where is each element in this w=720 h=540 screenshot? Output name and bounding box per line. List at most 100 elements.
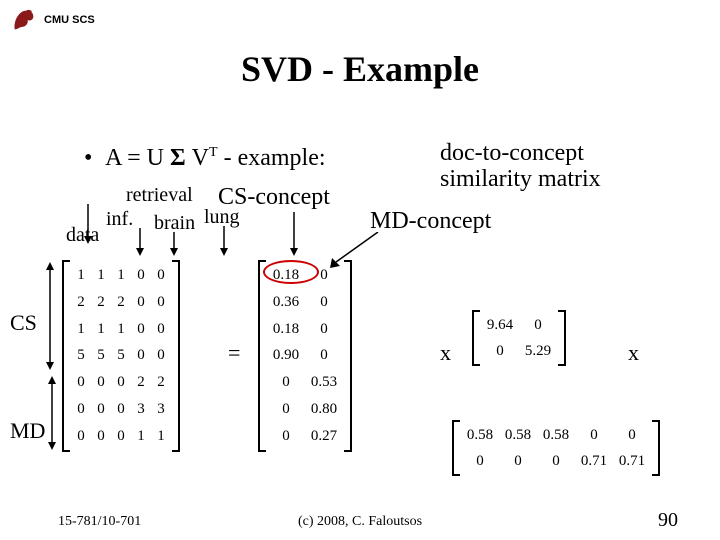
matrix-cell: 0.18 xyxy=(270,321,302,338)
matrix-row: 00.53 xyxy=(270,374,340,391)
matrix-cell: 0.36 xyxy=(270,294,302,311)
matrix-cell: 0 xyxy=(94,428,108,445)
matrix-cell: 0 xyxy=(134,347,148,364)
slide-header: CMU SCS xyxy=(10,6,95,34)
matrix-cell: 0.90 xyxy=(270,347,302,364)
matrix-cell: 0.80 xyxy=(308,401,340,418)
matrix-row: 00033 xyxy=(74,401,168,418)
matrix-cell: 0.53 xyxy=(308,374,340,391)
matrix-cell: 0.58 xyxy=(502,427,534,444)
matrix-cell: 0 xyxy=(154,294,168,311)
matrix-row: 0.36 0 xyxy=(270,294,340,311)
matrix-cell: 0 xyxy=(484,343,516,360)
matrix-cell: 0 xyxy=(94,401,108,418)
matrix-cell: 0 xyxy=(94,374,108,391)
matrix-cell: 1 xyxy=(134,428,148,445)
equation-bullet: • A = U Σ VT - example: xyxy=(84,145,326,172)
matrix-cell: 1 xyxy=(94,321,108,338)
matrix-cell: 2 xyxy=(74,294,88,311)
matrix-cell: 0 xyxy=(154,347,168,364)
arrow-down-icon xyxy=(218,226,230,256)
matrix-cell: 0.71 xyxy=(578,453,610,470)
times-symbol: x xyxy=(628,340,639,366)
double-arrow-icon xyxy=(44,262,56,370)
matrix-cell: 5 xyxy=(94,347,108,364)
matrix-row: 22200 xyxy=(74,294,168,311)
highlight-circle-icon xyxy=(263,260,319,284)
matrix-cell: 0.27 xyxy=(308,428,340,445)
arrow-down-icon xyxy=(134,228,146,256)
col-label-retrieval: retrieval xyxy=(126,184,193,207)
matrix-cell: 0 xyxy=(134,321,148,338)
matrix-cell: 1 xyxy=(94,267,108,284)
equals-symbol: = xyxy=(228,340,240,366)
matrix-row: 00022 xyxy=(74,374,168,391)
matrix-U: 0.1800.3600.1800.90000.5300.8000.27 xyxy=(258,260,352,452)
double-arrow-icon xyxy=(46,376,58,450)
arrow-down-icon xyxy=(288,212,300,256)
matrix-row: 0.18 0 xyxy=(270,321,340,338)
matrix-row: 11100 xyxy=(74,321,168,338)
matrix-cell: 2 xyxy=(114,294,128,311)
matrix-row: 00011 xyxy=(74,428,168,445)
matrix-row: 05.29 xyxy=(484,343,554,360)
slide-title: SVD - Example xyxy=(0,48,720,90)
matrix-row: 00.80 xyxy=(270,401,340,418)
matrix-cell: 1 xyxy=(74,321,88,338)
matrix-cell: 2 xyxy=(154,374,168,391)
matrix-cell: 0 xyxy=(134,294,148,311)
matrix-cell: 0 xyxy=(522,317,554,334)
matrix-cell: 1 xyxy=(154,428,168,445)
matrix-cell: 2 xyxy=(134,374,148,391)
matrix-row: 0.580.580.5800 xyxy=(464,427,648,444)
eq-sigma: Σ xyxy=(170,145,186,171)
eq-sup: T xyxy=(209,145,218,160)
matrix-V: 0.580.580.58000000.710.71 xyxy=(452,420,660,476)
matrix-cell: 0 xyxy=(114,374,128,391)
matrix-cell: 0 xyxy=(154,321,168,338)
annotation-similarity-matrix: similarity matrix xyxy=(440,166,601,193)
eq-tail: - example: xyxy=(218,145,326,171)
eq-post: V xyxy=(186,145,209,171)
row-group-cs: CS xyxy=(10,310,37,336)
annotation-doc-to-concept: doc-to-concept xyxy=(440,140,584,167)
matrix-cell: 0 xyxy=(114,428,128,445)
matrix-cell: 1 xyxy=(114,267,128,284)
matrix-cell: 5 xyxy=(74,347,88,364)
footer-page-number: 90 xyxy=(658,509,678,532)
matrix-cell: 0 xyxy=(270,374,302,391)
matrix-cell: 0 xyxy=(74,428,88,445)
matrix-cell: 0 xyxy=(308,321,340,338)
matrix-cell: 0 xyxy=(270,428,302,445)
matrix-cell: 0 xyxy=(114,401,128,418)
times-symbol: x xyxy=(440,340,451,366)
header-org: CMU SCS xyxy=(44,14,95,26)
matrix-cell: 0 xyxy=(154,267,168,284)
matrix-cell: 0 xyxy=(74,401,88,418)
matrix-cell: 0 xyxy=(308,294,340,311)
matrix-cell: 0 xyxy=(540,453,572,470)
matrix-cell: 0 xyxy=(270,401,302,418)
arrow-down-icon xyxy=(168,232,180,256)
matrix-A: 11100222001110055500000220003300011 xyxy=(62,260,180,452)
matrix-cell: 0 xyxy=(74,374,88,391)
cmu-mascot-icon xyxy=(10,6,38,34)
eq-A-pre: A = U xyxy=(105,145,170,171)
matrix-row: 00.27 xyxy=(270,428,340,445)
matrix-cell: 0 xyxy=(578,427,610,444)
arrow-down-icon xyxy=(82,204,94,244)
matrix-cell: 0 xyxy=(308,347,340,364)
matrix-cell: 2 xyxy=(94,294,108,311)
matrix-cell: 3 xyxy=(134,401,148,418)
matrix-row: 55500 xyxy=(74,347,168,364)
matrix-cell: 1 xyxy=(74,267,88,284)
matrix-cell: 0 xyxy=(134,267,148,284)
matrix-cell: 0 xyxy=(464,453,496,470)
bullet-dot-icon: • xyxy=(84,145,92,171)
matrix-cell: 5 xyxy=(114,347,128,364)
matrix-cell: 3 xyxy=(154,401,168,418)
row-group-md: MD xyxy=(10,418,45,444)
col-label-inf: inf. xyxy=(106,208,133,231)
matrix-cell: 0.58 xyxy=(464,427,496,444)
matrix-row: 0.90 0 xyxy=(270,347,340,364)
